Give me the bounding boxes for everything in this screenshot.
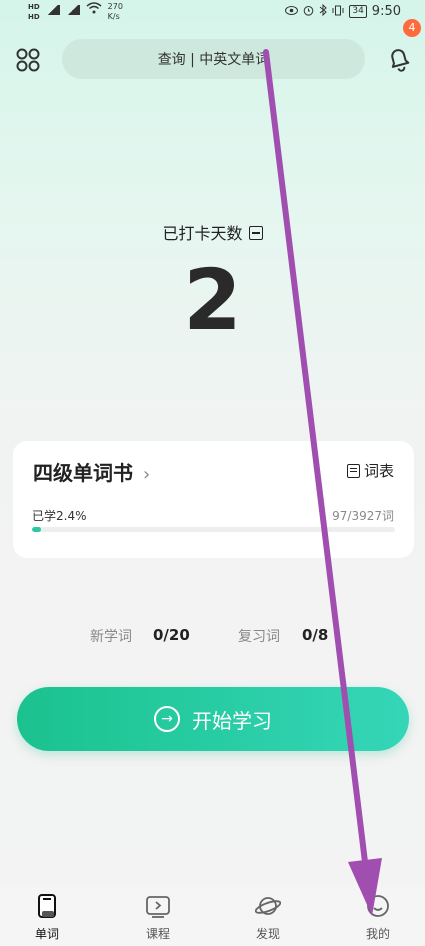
clock-time: 9:50 bbox=[371, 4, 401, 19]
signal-icon bbox=[65, 5, 80, 15]
notification-badge: 4 bbox=[403, 19, 421, 37]
wordlist-label: 词表 bbox=[363, 462, 394, 480]
nav-item-discover[interactable]: 发现 bbox=[238, 893, 298, 942]
search-bar[interactable]: 查询 | 中英文单词 bbox=[62, 39, 365, 79]
new-words-label: 新学词 bbox=[90, 629, 132, 645]
alarm-icon bbox=[303, 5, 314, 19]
search-text: 查询 | 中英文单词 bbox=[157, 52, 270, 68]
status-bar: HD HD 270 K/s 34 9:50 bbox=[0, 0, 425, 26]
chevron-right-icon: › bbox=[143, 464, 151, 485]
review-words-value: 0/8 bbox=[302, 626, 329, 644]
vibrate-icon bbox=[332, 5, 344, 19]
checkin-label-text: 已打卡天数 bbox=[162, 224, 243, 243]
profile-icon bbox=[365, 893, 391, 919]
book-icon bbox=[34, 893, 60, 919]
nav-label: 课程 bbox=[145, 927, 170, 941]
progress-count: 97/3927词 bbox=[332, 509, 394, 523]
wordbook-card[interactable]: 四级单词书 › 词表 已学2.4% 97/3927词 bbox=[13, 441, 414, 558]
checkin-days-count: 2 bbox=[183, 251, 242, 349]
start-learning-button[interactable]: → 开始学习 bbox=[17, 687, 409, 751]
bottom-nav: 单词 课程 发现 我的 bbox=[0, 885, 425, 946]
nav-item-words[interactable]: 单词 bbox=[17, 893, 77, 942]
nav-label: 发现 bbox=[255, 927, 280, 941]
eye-icon bbox=[285, 5, 299, 18]
menu-grid-icon[interactable] bbox=[15, 47, 41, 73]
play-icon bbox=[145, 893, 171, 919]
nav-item-courses[interactable]: 课程 bbox=[128, 893, 188, 942]
hd-indicator: HD HD bbox=[28, 3, 40, 21]
arrow-right-circle-icon: → bbox=[154, 706, 180, 732]
progress-bar-fill bbox=[32, 527, 42, 532]
bluetooth-icon bbox=[319, 3, 328, 19]
checkin-label: 已打卡天数 bbox=[0, 220, 425, 244]
nav-item-profile[interactable]: 我的 bbox=[348, 893, 408, 942]
start-learning-label: 开始学习 bbox=[192, 708, 272, 733]
notification-bell-icon[interactable] bbox=[386, 45, 412, 73]
wordlist-button[interactable]: 词表 bbox=[346, 460, 394, 481]
nav-label: 我的 bbox=[365, 927, 390, 941]
signal-icon bbox=[45, 5, 60, 15]
list-icon bbox=[346, 463, 360, 478]
review-words-label: 复习词 bbox=[238, 629, 280, 645]
wordbook-title[interactable]: 四级单词书 › bbox=[33, 457, 150, 486]
calendar-icon[interactable] bbox=[248, 226, 263, 240]
network-speed: 270 K/s bbox=[107, 2, 123, 21]
learned-percentage: 已学2.4% bbox=[32, 509, 87, 523]
wordbook-title-text: 四级单词书 bbox=[33, 461, 133, 485]
progress-bar bbox=[32, 527, 395, 532]
study-stats: 新学词 0/20 复习词 0/8 bbox=[0, 626, 425, 648]
planet-icon bbox=[254, 893, 282, 919]
wifi-icon bbox=[86, 2, 102, 17]
nav-label: 单词 bbox=[34, 927, 59, 941]
new-words-value: 0/20 bbox=[153, 626, 190, 644]
battery-level: 34 bbox=[349, 5, 367, 18]
